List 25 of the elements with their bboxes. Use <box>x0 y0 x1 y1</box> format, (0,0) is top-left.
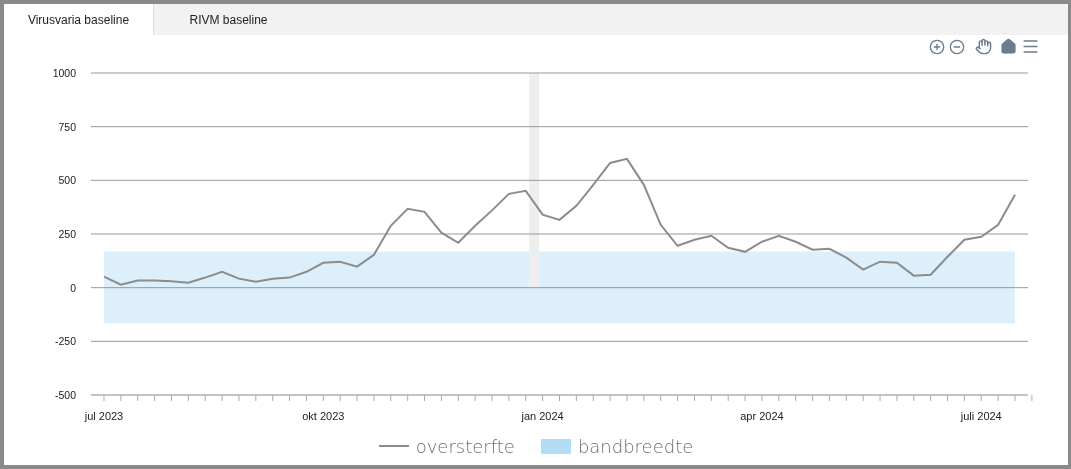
x-tick-label: jan 2024 <box>521 410 564 422</box>
y-tick-label: 500 <box>58 174 76 187</box>
pan-button[interactable] <box>975 38 992 55</box>
legend-item[interactable]: bandbreedte <box>540 435 694 457</box>
legend-label: bandbreedte <box>577 435 694 457</box>
y-tick-label: -500 <box>55 389 76 401</box>
y-tick-label: -250 <box>55 335 76 348</box>
legend-item[interactable]: oversterfte <box>378 435 515 457</box>
zoom-in-button[interactable] <box>929 38 945 55</box>
x-tick-label: okt 2023 <box>302 410 345 422</box>
zoom-out-button[interactable] <box>949 38 965 55</box>
x-tick-label: jul 2023 <box>84 410 124 422</box>
y-tick-label: 1000 <box>52 67 76 79</box>
tab[interactable]: RIVM baseline <box>154 4 304 35</box>
y-tick-label: 250 <box>58 228 76 240</box>
y-tick-label: 0 <box>70 281 76 294</box>
x-tick-label: apr 2024 <box>740 410 784 422</box>
y-tick-label: 750 <box>58 120 76 133</box>
legend-line-icon <box>378 445 409 447</box>
legend-label: oversterfte <box>415 435 515 457</box>
menu-button[interactable] <box>1021 37 1040 56</box>
legend-swatch-icon <box>540 438 571 454</box>
tab[interactable]: Virusvaria baseline <box>4 4 154 35</box>
home-button[interactable] <box>1000 38 1017 55</box>
x-tick-label: juli 2024 <box>960 410 1002 422</box>
